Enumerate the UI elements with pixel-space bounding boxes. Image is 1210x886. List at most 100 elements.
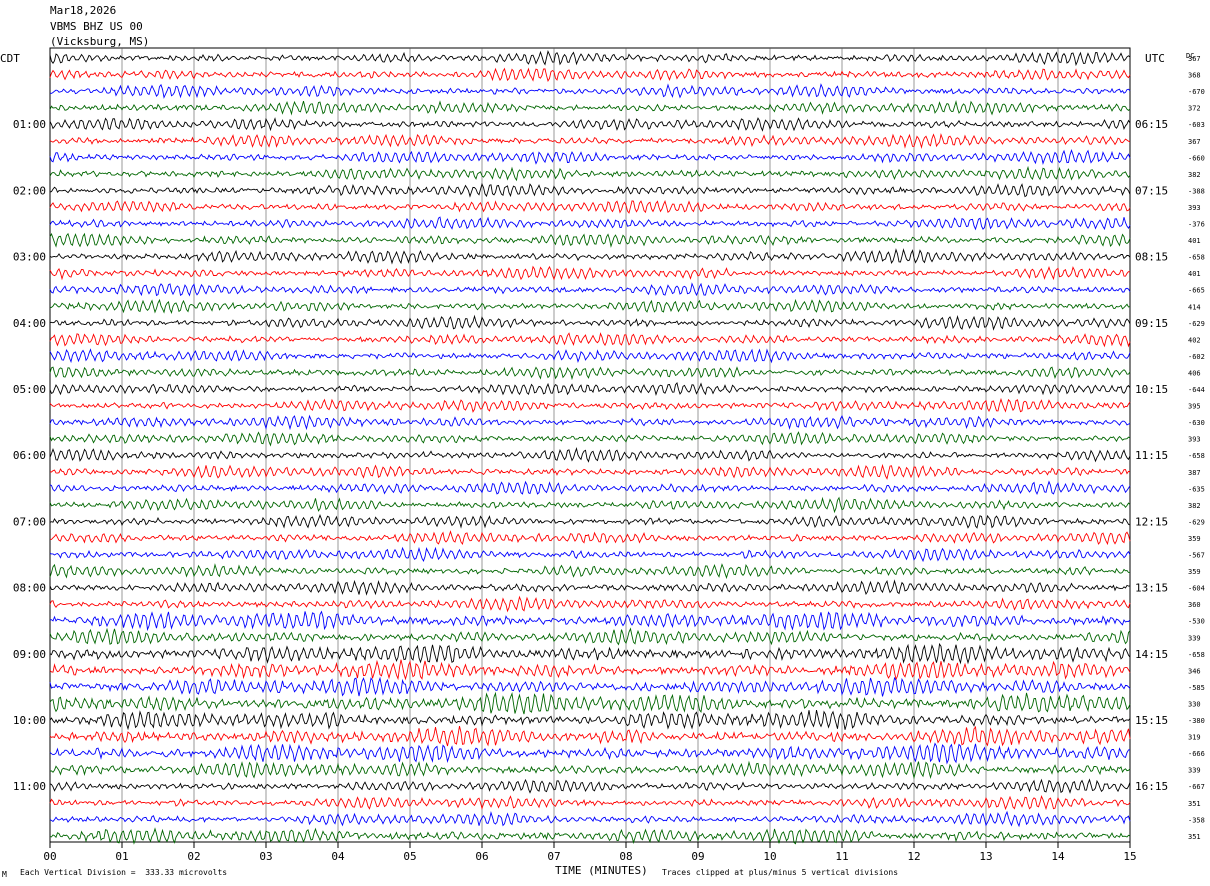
seismic-trace: [49, 530, 1131, 546]
dc-offset-label: -630: [1188, 419, 1205, 427]
dc-offset-label: 372: [1188, 105, 1201, 113]
dc-offset-label: -604: [1188, 585, 1205, 593]
dc-offset-label: 360: [1188, 601, 1201, 609]
dc-offset-label: 406: [1188, 369, 1201, 377]
seismic-trace: [49, 165, 1131, 182]
seismic-trace: [49, 480, 1131, 496]
seismic-trace: [49, 691, 1131, 715]
seismic-trace: [49, 563, 1131, 580]
seismic-trace: [49, 149, 1131, 166]
dc-offset-label: 401: [1188, 270, 1201, 278]
dc-offset-label: -585: [1188, 684, 1205, 692]
dc-offset-label: -658: [1188, 254, 1205, 262]
seismic-trace: [49, 265, 1131, 281]
x-tick-label: 04: [331, 850, 345, 863]
dc-offset-label: 351: [1188, 800, 1201, 808]
seismic-trace: [49, 742, 1131, 765]
right-hour-label: 06:15: [1135, 118, 1168, 131]
x-tick-label: 02: [187, 850, 200, 863]
seismic-trace: [49, 431, 1131, 447]
dc-offset-label: 414: [1188, 303, 1201, 311]
seismic-trace: [49, 676, 1131, 697]
x-tick-label: 06: [475, 850, 488, 863]
seismic-trace: [49, 248, 1131, 265]
left-hour-label: 09:00: [13, 648, 46, 661]
header-location: (Vicksburg, MS): [50, 35, 150, 48]
seismic-trace: [49, 83, 1131, 99]
dc-offset-label: -635: [1188, 485, 1205, 493]
x-tick-label: 13: [979, 850, 992, 863]
dc-offset-label: -358: [1188, 816, 1205, 824]
seismic-trace: [49, 595, 1131, 613]
seismic-trace: [49, 282, 1131, 297]
dc-offset-label: -629: [1188, 518, 1205, 526]
left-hour-label: 11:00: [13, 780, 46, 793]
seismic-trace: [49, 778, 1131, 794]
left-hour-label: 03:00: [13, 251, 46, 264]
left-hour-label: 08:00: [13, 582, 46, 595]
dc-offset-label: 339: [1188, 767, 1201, 775]
dc-offset-label: 339: [1188, 634, 1201, 642]
dc-offset-label: -658: [1188, 452, 1205, 460]
seismic-trace: [49, 200, 1131, 214]
seismic-trace: [49, 610, 1131, 632]
seismic-trace: [49, 642, 1131, 665]
seismic-traces: [49, 50, 1131, 845]
helicorder-chart: 00 01 02 03 04 05 06 07 08 09 10 11 12 13 14 15 01:00 02…: [0, 47, 1205, 877]
seismic-trace: [49, 67, 1131, 83]
dc-offset-label: 346: [1188, 667, 1201, 675]
x-tick-label: 03: [259, 850, 272, 863]
dc-offset-label: -603: [1188, 121, 1205, 129]
dc-offset-label: 382: [1188, 171, 1201, 179]
left-hour-label: 05:00: [13, 383, 46, 396]
dc-offset-label: 402: [1188, 336, 1201, 344]
dc-offset-label: -667: [1188, 783, 1205, 791]
seismic-trace: [49, 463, 1131, 480]
x-tick-label: 00: [43, 850, 56, 863]
seismic-trace: [49, 332, 1131, 348]
seismic-trace: [49, 99, 1131, 116]
seismic-trace: [49, 827, 1131, 845]
dc-offset-label: 319: [1188, 734, 1201, 742]
right-hour-label: 16:15: [1135, 780, 1168, 793]
dc-offset-label: -376: [1188, 221, 1205, 229]
right-hour-label: 12:15: [1135, 515, 1168, 528]
dc-offset-label: 382: [1188, 502, 1201, 510]
x-axis-ticks: 00 01 02 03 04 05 06 07 08 09 10 11 12 13 14 15: [43, 842, 1137, 863]
dc-offset-labels: 367368-670372-603367-660382-388393-37640…: [1188, 55, 1205, 841]
left-hour-label: 06:00: [13, 449, 46, 462]
dc-offset-label: 401: [1188, 237, 1201, 245]
header-date: Mar18,2026: [50, 4, 117, 17]
right-hour-label: 14:15: [1135, 648, 1168, 661]
seismic-trace: [49, 725, 1131, 747]
seismic-trace: [49, 314, 1131, 331]
x-tick-label: 15: [1123, 850, 1136, 863]
x-tick-label: 09: [691, 850, 704, 863]
dc-offset-label: -666: [1188, 750, 1205, 758]
seismic-trace: [49, 579, 1131, 596]
x-tick-label: 11: [835, 850, 848, 863]
seismic-trace: [49, 216, 1131, 231]
dc-offset-label: 367: [1188, 138, 1201, 146]
x-tick-label: 05: [403, 850, 416, 863]
footer-scale-note: Each Vertical Division = 333.33 microvol…: [20, 868, 228, 877]
dc-offset-label: -380: [1188, 717, 1205, 725]
left-hour-label: 02:00: [13, 184, 46, 197]
dc-offset-label: 393: [1188, 436, 1201, 444]
right-hour-label: 10:15: [1135, 383, 1168, 396]
right-hour-label: 07:15: [1135, 184, 1168, 197]
dc-offset-label: 387: [1188, 469, 1201, 477]
x-tick-label: 07: [547, 850, 560, 863]
right-hour-labels: 06:15 07:15 08:15 09:15 10:15 11:15 12:15 13:15…: [1135, 118, 1168, 793]
dc-offset-label: 368: [1188, 72, 1201, 80]
header-station: VBMS BHZ US 00: [50, 20, 143, 33]
seismic-trace: [49, 760, 1131, 780]
dc-offset-label: 393: [1188, 204, 1201, 212]
dc-offset-label: 351: [1188, 833, 1201, 841]
dc-offset-label: -567: [1188, 552, 1205, 560]
x-tick-label: 08: [619, 850, 632, 863]
dc-offset-label: -670: [1188, 88, 1205, 96]
left-hour-label: 10:00: [13, 714, 46, 727]
seismic-trace: [49, 447, 1131, 463]
right-hour-label: 08:15: [1135, 251, 1168, 264]
